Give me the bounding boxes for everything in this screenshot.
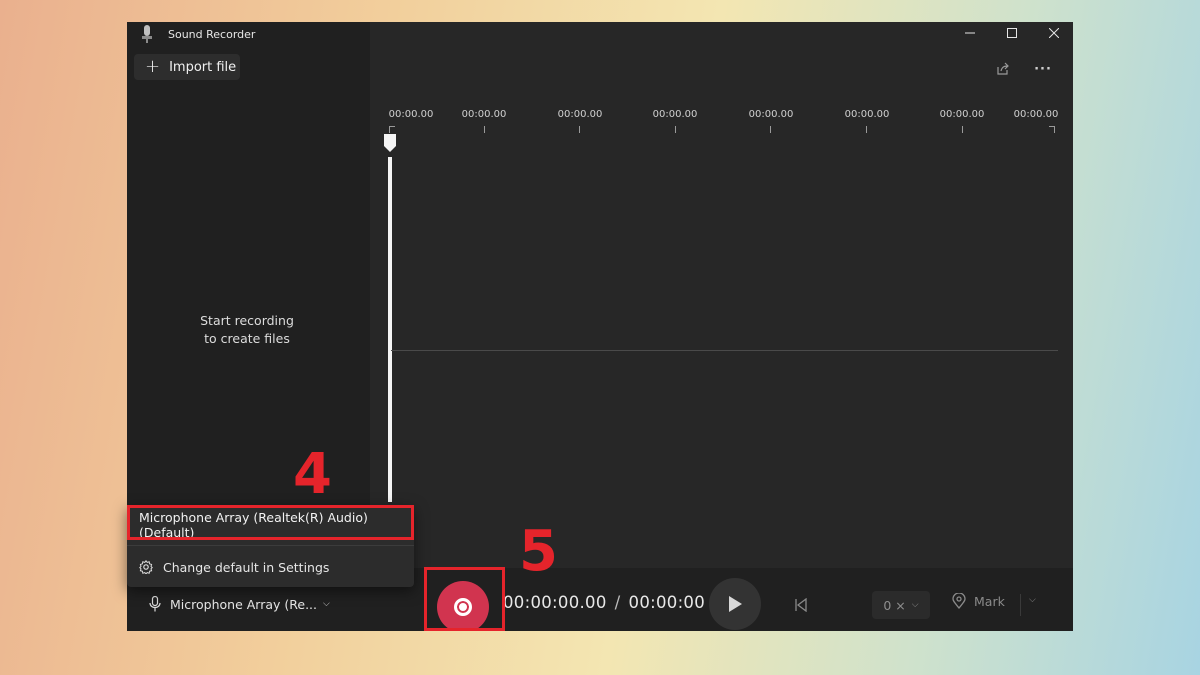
microphone-selector[interactable]: Microphone Array (Re... ⌵: [149, 596, 330, 612]
empty-state-line2: to create files: [204, 331, 290, 346]
mark-label: Mark: [974, 593, 1005, 609]
chevron-down-icon[interactable]: ⌵: [1029, 595, 1036, 605]
microphone-app-icon: [141, 25, 153, 43]
ruler-label: 00:00.00: [388, 109, 434, 120]
close-icon: [1049, 28, 1059, 38]
time-separator: /: [614, 593, 621, 612]
total-time: 00:00:00: [628, 593, 706, 612]
play-button[interactable]: [709, 578, 761, 630]
playhead-handle[interactable]: [384, 134, 396, 152]
ruler-label: 00:00.00: [652, 109, 698, 120]
import-file-button[interactable]: + Import file: [134, 54, 240, 80]
skip-back-icon: [795, 598, 807, 612]
maximize-icon: [1007, 28, 1017, 38]
location-pin-icon: [952, 593, 966, 609]
minimize-icon: [965, 32, 975, 34]
playback-speed-button[interactable]: 0 × ⌵: [872, 591, 930, 619]
menu-item-change-settings[interactable]: Change default in Settings: [127, 547, 414, 587]
mark-button[interactable]: Mark: [952, 593, 1005, 609]
ruler-start-bracket: [389, 126, 395, 133]
close-button[interactable]: [1034, 22, 1073, 44]
maximize-button[interactable]: [992, 22, 1032, 44]
empty-state-line1: Start recording: [200, 313, 294, 328]
waveform-centerline: [391, 350, 1058, 351]
divider: [127, 545, 414, 546]
ruler-tick: [484, 126, 485, 133]
ruler-tick: [675, 126, 676, 133]
ruler-tick: [579, 126, 580, 133]
microphone-selector-label: Microphone Array (Re...: [170, 596, 317, 612]
play-icon: [729, 596, 742, 612]
time-display: 00:00:00.00 / 00:00:00: [503, 593, 705, 612]
title-bar: Sound Recorder: [127, 22, 370, 46]
import-file-label: Import file: [169, 59, 237, 75]
more-options-button[interactable]: ···: [1031, 58, 1055, 80]
chevron-down-icon: ⌵: [911, 600, 919, 610]
microphone-icon: [149, 596, 161, 612]
ruler-label: 00:00.00: [1013, 109, 1059, 120]
highlight-box-step-5: [424, 567, 505, 631]
highlight-box-step-4: [127, 505, 414, 540]
current-time: 00:00:00.00: [503, 593, 607, 612]
step-4-label: 4: [293, 442, 332, 507]
chevron-down-icon: ⌵: [323, 599, 330, 609]
share-icon: [997, 62, 1009, 75]
ruler-tick: [962, 126, 963, 133]
divider: [1020, 594, 1021, 616]
plus-icon: +: [145, 56, 161, 77]
ruler-end-bracket: [1049, 126, 1055, 133]
share-button[interactable]: [991, 58, 1015, 80]
ruler-tick: [770, 126, 771, 133]
step-5-label: 5: [519, 519, 558, 584]
playhead-line: [388, 157, 392, 502]
gear-icon: [139, 560, 153, 574]
ruler-label: 00:00.00: [461, 109, 507, 120]
app-title: Sound Recorder: [168, 27, 256, 41]
skip-to-start-button[interactable]: [791, 594, 811, 616]
empty-state-message: Start recording to create files: [127, 312, 367, 348]
ruler-tick: [866, 126, 867, 133]
ruler-label: 00:00.00: [748, 109, 794, 120]
menu-item-label: Change default in Settings: [163, 559, 330, 575]
minimize-button[interactable]: [950, 22, 990, 44]
ruler-label: 00:00.00: [844, 109, 890, 120]
playback-speed-label: 0 ×: [883, 597, 906, 613]
ruler-label: 00:00.00: [939, 109, 985, 120]
ruler-label: 00:00.00: [557, 109, 603, 120]
